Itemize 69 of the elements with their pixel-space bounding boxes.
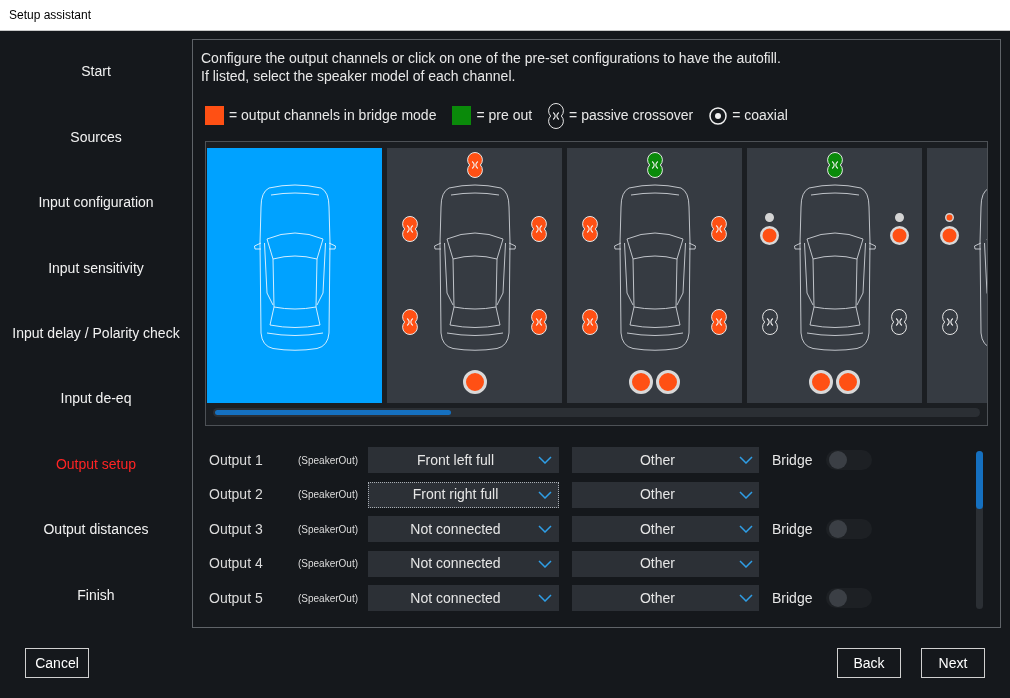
sidebar-step[interactable]: Input sensitivity [0,235,192,301]
chevron-down-icon [538,456,552,464]
bridge-toggle[interactable] [826,450,872,470]
preset-tile[interactable] [567,148,742,403]
vertical-scrollbar[interactable] [976,451,983,609]
output-label: Output 5 [209,588,264,608]
sidebar-step[interactable]: Input configuration [0,169,192,236]
chevron-down-icon [538,525,552,533]
legend-label: = pre out [476,106,533,125]
crossover-icon [761,308,778,335]
sidebar-step[interactable]: Output setup [0,431,192,498]
sidebar-step[interactable]: Input de-eq [0,366,192,432]
output-label: Output 1 [209,450,264,470]
sidebar-step[interactable]: Sources [0,104,192,170]
speaker-model-dropdown[interactable]: Other [572,550,759,577]
sidebar-step[interactable]: Input delay / Polarity check [0,300,192,367]
sidebar-step[interactable]: Finish [0,562,192,628]
preset-tile[interactable] [747,148,922,403]
bridge-label: Bridge [772,588,814,608]
crossover-icon [941,308,958,335]
output-label: Output 4 [209,554,264,573]
chevron-down-icon [538,559,552,568]
sidebar-step[interactable]: Start [0,39,192,105]
output-type: (SpeakerOut) [298,453,360,468]
legend-label: = coaxial [732,106,788,125]
scrollbar-thumb[interactable] [976,451,983,509]
preset-tile[interactable] [927,148,987,403]
bridge-label: Bridge [772,519,814,539]
output-type: (SpeakerOut) [298,488,360,502]
chevron-down-icon [739,490,753,499]
output-label: Output 3 [209,519,264,539]
speaker-model-dropdown[interactable]: Other [572,516,759,542]
preset-tile[interactable] [387,148,562,403]
chevron-down-icon [538,594,552,602]
output-type: (SpeakerOut) [298,557,360,571]
horizontal-scrollbar[interactable] [213,408,980,417]
chevron-down-icon [739,525,753,533]
window-title: Setup assistant [9,7,92,24]
coaxial-icon [709,106,728,125]
bridge-toggle[interactable] [826,519,872,539]
chevron-down-icon [739,559,753,568]
channel-dropdown[interactable]: Front right full [368,481,559,508]
cancel-button[interactable]: Cancel [25,648,89,678]
legend-label: = passive crossover [569,106,694,125]
speaker-model-dropdown[interactable]: Other [572,585,759,611]
nav-button[interactable]: Back [837,648,901,678]
channel-dropdown[interactable]: Not connected [368,516,559,542]
output-label: Output 2 [209,485,264,504]
chevron-down-icon [538,490,552,499]
nav-button[interactable]: Next [921,648,985,678]
bridge-toggle[interactable] [826,588,872,608]
crossover-icon [548,102,565,129]
preset-tile[interactable] [207,148,382,403]
instruction-text: If listed, select the speaker model of each channel. [201,67,517,85]
legend-label: = output channels in bridge mode [229,106,437,125]
bridge-label: Bridge [772,450,814,470]
chevron-down-icon [739,594,753,602]
output-type: (SpeakerOut) [298,591,360,606]
channel-dropdown[interactable]: Not connected [368,550,559,577]
scrollbar-thumb[interactable] [215,410,451,415]
sidebar-step[interactable]: Output distances [0,497,192,563]
chevron-down-icon [739,456,753,464]
output-type: (SpeakerOut) [298,522,360,537]
speaker-model-dropdown[interactable]: Other [572,481,759,508]
instruction-text: Configure the output channels or click on one of the pre-set configurations to have the autofill. [201,49,782,67]
channel-dropdown[interactable]: Not connected [368,585,559,611]
speaker-model-dropdown[interactable]: Other [572,447,759,473]
crossover-icon [891,308,908,335]
channel-dropdown[interactable]: Front left full [368,447,559,473]
